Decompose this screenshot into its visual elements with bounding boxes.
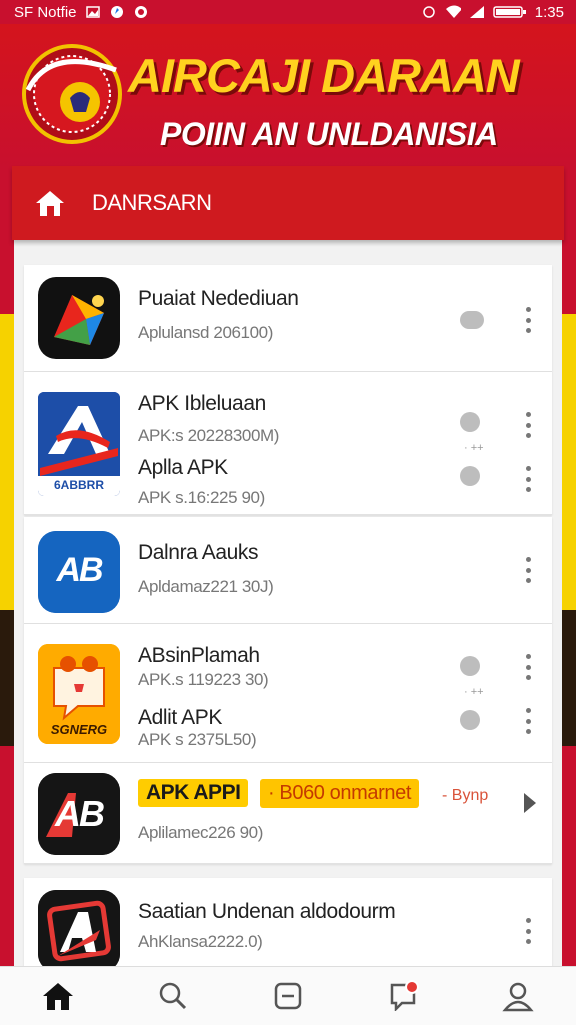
browser-icon [109, 5, 125, 19]
more-options-icon[interactable] [524, 918, 532, 944]
status-time: 1:35 [534, 3, 564, 21]
app-icon: 6ABBRR [38, 392, 120, 496]
wifi-icon [445, 5, 461, 19]
list-item[interactable]: SGNERG ABsinPlamah APK.s 119223 30) Adli… [24, 624, 552, 763]
bottom-navigation [0, 966, 576, 1025]
app-title: Puaiat Nedediuan [138, 287, 299, 310]
app-title: APK Ibleluaan [138, 392, 266, 415]
profile-icon [502, 982, 534, 1012]
list-item[interactable]: Puaiat Nedediuan Aplulansd 206100) [24, 265, 552, 372]
app-header: AIRCAJI DARAAN POIIN AN UNLDANISIA [0, 24, 576, 170]
app-subtitle: APK s 2375L50) [138, 730, 257, 749]
more-options-icon[interactable] [524, 307, 532, 333]
plus-indicator: · ++ [464, 686, 484, 698]
app-subtitle: APK.s 119223 30) [138, 670, 269, 689]
app-title: ABsinPlamah [138, 644, 260, 667]
status-bar: SF Notfie 1:35 [0, 0, 576, 24]
header-subtitle: POIIN AN UNLDANISIA [160, 116, 498, 152]
app-icon-label: SGNERG [50, 722, 108, 737]
app-icon-label: AB [56, 551, 103, 589]
radio-button[interactable] [460, 412, 480, 432]
breadcrumb-label: DANRSARN [92, 190, 212, 215]
app-list: Puaiat Nedediuan Aplulansd 206100) 6ABBR… [24, 265, 552, 983]
status-carrier-text: SF Notfie [14, 3, 77, 21]
sync-label: - Bynp [442, 787, 489, 804]
radio-button[interactable] [460, 466, 480, 486]
nav-notifications[interactable] [383, 976, 423, 1016]
app-subtitle: Aplilamec226 90) [138, 823, 263, 842]
battery-icon [493, 5, 527, 19]
image-icon [85, 5, 101, 19]
list-item[interactable]: 6ABBRR APK Ibleluaan APK:s 20228300M) Ap… [24, 372, 552, 515]
sync-icon [421, 5, 437, 19]
toggle-switch[interactable] [460, 311, 484, 329]
offer-badge[interactable]: · B060 onmarnet [260, 779, 419, 808]
list-item[interactable]: AB APK APPI · B060 onmarnet - Bynp Aplil… [24, 763, 552, 864]
plus-indicator: · ++ [464, 442, 484, 454]
home-icon [42, 983, 73, 1010]
app-title: Aplla APK [138, 456, 228, 479]
app-title: Adlit APK [138, 706, 222, 729]
app-subtitle: Aplulansd 206100) [138, 323, 273, 342]
nav-profile[interactable] [498, 976, 538, 1016]
side-decoration-left [0, 170, 14, 970]
chevron-right-icon[interactable] [524, 793, 536, 813]
more-options-icon[interactable] [524, 412, 532, 438]
app-icon [38, 890, 120, 972]
app-icon-label: AB [55, 793, 105, 834]
app-icon: AB [38, 531, 120, 613]
radio-button[interactable] [460, 656, 480, 676]
more-options-icon[interactable] [524, 654, 532, 680]
more-options-icon[interactable] [524, 557, 532, 583]
app-title: Saatian Undenan aldodourm [138, 900, 396, 923]
app-icon: AB [38, 773, 120, 855]
search-icon [159, 982, 186, 1010]
header-title: AIRCAJI DARAAN [128, 49, 520, 102]
more-options-icon[interactable] [524, 466, 532, 492]
list-item[interactable]: AB Dalnra Aauks Apldamaz221 30J) [24, 517, 552, 624]
apk-badge[interactable]: APK APPI [138, 779, 249, 807]
app-subtitle: APK:s 20228300M) [138, 426, 280, 445]
side-decoration-right [562, 170, 576, 970]
more-options-icon[interactable] [524, 708, 532, 734]
nav-apps[interactable] [268, 976, 308, 1016]
minus-box-icon [274, 982, 302, 1010]
app-notification-icon [133, 5, 149, 19]
signal-icon [469, 5, 485, 19]
app-icon-label: 6ABBRR [53, 478, 104, 492]
app-subtitle: APK s.16:225 90) [138, 488, 265, 507]
app-icon: SGNERG [38, 644, 120, 744]
radio-button[interactable] [460, 710, 480, 730]
breadcrumb: DANRSARN [12, 166, 564, 240]
home-icon[interactable] [34, 188, 66, 218]
nav-search[interactable] [153, 976, 193, 1016]
app-subtitle: AhKlansa2222.0) [138, 932, 263, 951]
nav-home[interactable] [38, 976, 78, 1016]
app-title: Dalnra Aauks [138, 541, 259, 564]
app-subtitle: Apldamaz221 30J) [138, 577, 274, 596]
garuda-emblem-logo [20, 40, 124, 144]
app-icon [38, 277, 120, 359]
